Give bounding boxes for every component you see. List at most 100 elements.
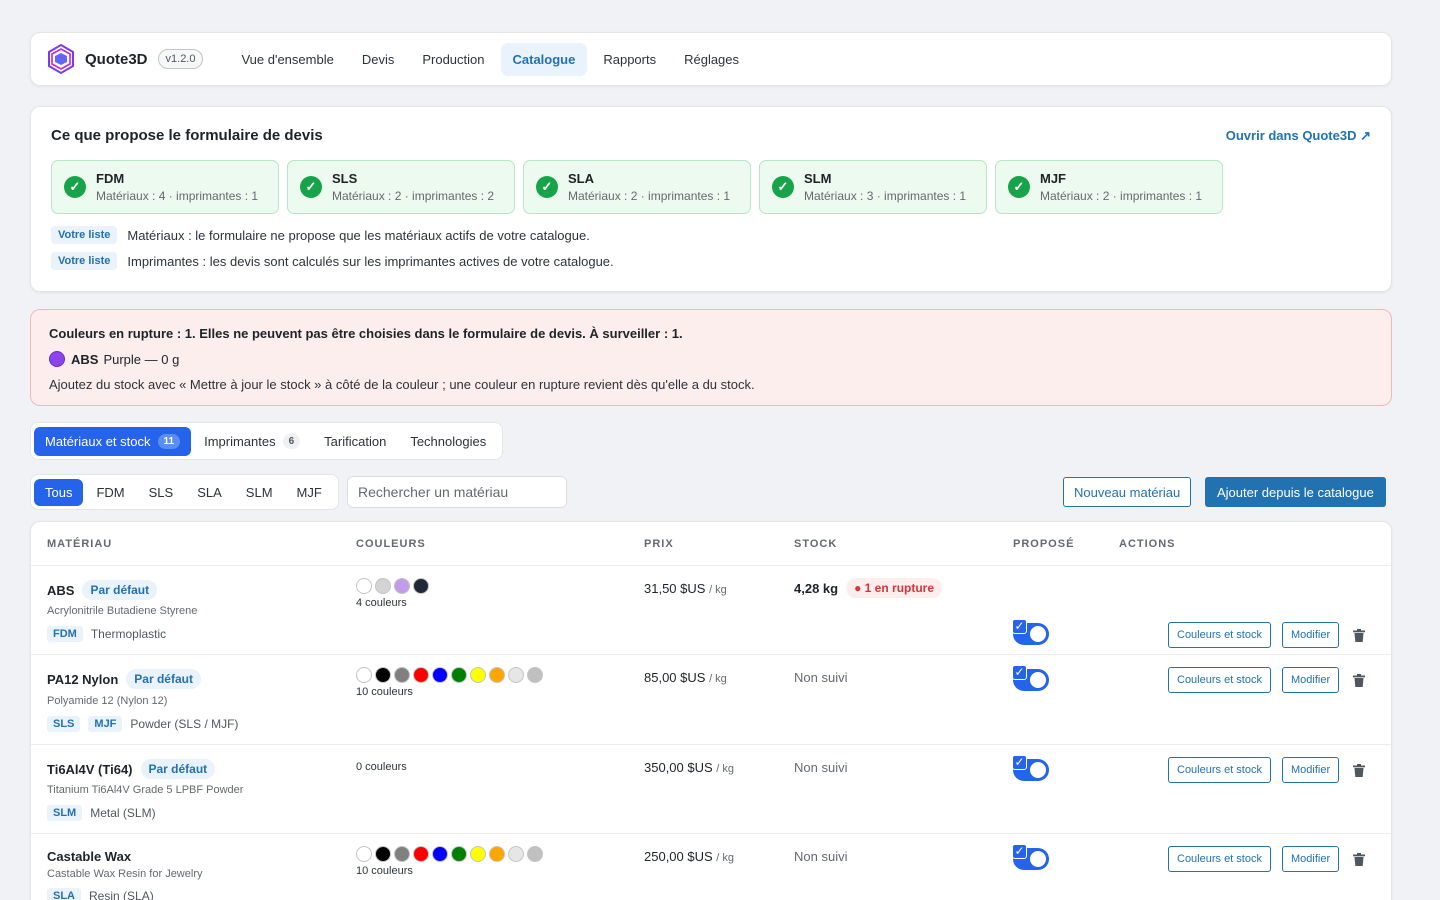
tech-tag: SLS bbox=[47, 716, 81, 732]
table-header: MATÉRIAU COULEURS PRIX STOCK PROPOSÉ ACT… bbox=[31, 522, 1391, 566]
nav-overview[interactable]: Vue d'ensemble bbox=[229, 43, 345, 76]
colors-stock-button[interactable]: Couleurs et stock bbox=[1168, 846, 1271, 872]
note-text: Imprimantes : les devis sont calculés su… bbox=[127, 253, 614, 269]
color-swatch bbox=[413, 667, 429, 683]
proposed-toggle[interactable]: ✓ bbox=[1012, 844, 1049, 870]
new-material-button[interactable]: Nouveau matériau bbox=[1063, 477, 1192, 507]
filter-slm[interactable]: SLM bbox=[235, 479, 284, 506]
tech-tag: SLM bbox=[47, 805, 83, 821]
stock-value: Non suivi bbox=[794, 849, 848, 864]
proposed-toggle[interactable]: ✓ bbox=[1012, 755, 1049, 781]
nav-settings[interactable]: Réglages bbox=[672, 43, 751, 76]
version-badge: v1.2.0 bbox=[157, 49, 204, 69]
open-in-quote3d-link[interactable]: Ouvrir dans Quote3D ↗ bbox=[1226, 128, 1371, 144]
catalogue-tabs: Matériaux et stock 11 Imprimantes 6 Tarifi… bbox=[30, 422, 504, 460]
note-text: Matériaux : le formulaire ne propose que… bbox=[127, 227, 590, 243]
tab-materials-stock[interactable]: Matériaux et stock 11 bbox=[34, 426, 192, 456]
out-of-stock-badge: ● 1 en rupture bbox=[846, 578, 943, 598]
color-swatch bbox=[470, 667, 486, 683]
color-swatch bbox=[413, 578, 429, 594]
color-swatches bbox=[356, 846, 543, 862]
color-swatch bbox=[356, 667, 372, 683]
material-description: Castable Wax Resin for Jewelry bbox=[47, 868, 203, 880]
trash-icon[interactable] bbox=[1353, 674, 1365, 687]
material-name: ABS bbox=[47, 582, 75, 598]
color-count: 10 couleurs bbox=[356, 686, 413, 698]
color-swatch bbox=[489, 846, 505, 862]
tech-card-sla: ✓ SLA Matériaux : 2 · imprimantes : 1 bbox=[523, 160, 751, 214]
table-row: ABS Par défaut Acrylonitrile Butadiene St… bbox=[31, 566, 1391, 655]
color-count: 10 couleurs bbox=[356, 865, 413, 877]
stock-value: Non suivi bbox=[794, 760, 848, 775]
material-category: Thermoplastic bbox=[90, 627, 167, 641]
check-icon: ✓ bbox=[772, 176, 794, 198]
app-name: Quote3D bbox=[85, 50, 148, 68]
col-material: MATÉRIAU bbox=[47, 538, 113, 550]
colors-stock-button[interactable]: Couleurs et stock bbox=[1168, 757, 1271, 783]
color-swatch bbox=[508, 667, 524, 683]
nav-catalogue[interactable]: Catalogue bbox=[500, 42, 588, 76]
proposed-toggle[interactable]: ✓ bbox=[1012, 619, 1049, 645]
proposed-toggle[interactable]: ✓ bbox=[1012, 665, 1049, 691]
material-description: Titanium Ti6Al4V Grade 5 LPBF Powder bbox=[47, 784, 244, 796]
summary-title: Ce que propose le formulaire de devis bbox=[51, 127, 323, 144]
material-name: Ti6Al4V (Ti64) bbox=[47, 761, 133, 777]
material-name: Castable Wax bbox=[47, 849, 132, 864]
edit-button[interactable]: Modifier bbox=[1282, 622, 1340, 648]
color-swatch bbox=[394, 846, 410, 862]
trash-icon[interactable] bbox=[1353, 853, 1365, 866]
filter-sls[interactable]: SLS bbox=[138, 479, 185, 506]
edit-button[interactable]: Modifier bbox=[1282, 757, 1340, 783]
col-actions: ACTIONS bbox=[1119, 538, 1176, 550]
check-icon: ✓ bbox=[1012, 619, 1027, 634]
trash-icon[interactable] bbox=[1353, 764, 1365, 777]
material-description: Acrylonitrile Butadiene Styrene bbox=[47, 605, 198, 617]
price-unit: / kg bbox=[709, 673, 727, 685]
technology-filter: Tous FDM SLS SLA SLM MJF bbox=[30, 474, 339, 510]
material-category: Resin (SLA) bbox=[89, 889, 154, 900]
price-value: 31,50 $US bbox=[644, 581, 706, 596]
add-from-catalog-button[interactable]: Ajouter depuis le catalogue bbox=[1205, 477, 1386, 507]
default-badge: Par défaut bbox=[82, 580, 158, 600]
color-swatch bbox=[489, 667, 505, 683]
filter-sla[interactable]: SLA bbox=[186, 479, 233, 506]
alert-detail: Purple — 0 g bbox=[103, 351, 180, 367]
edit-button[interactable]: Modifier bbox=[1282, 667, 1340, 693]
filter-all[interactable]: Tous bbox=[34, 478, 84, 506]
material-search-input[interactable] bbox=[347, 476, 567, 508]
alert-title: Couleurs en rupture : 1. Elles ne peuven… bbox=[49, 326, 683, 341]
tab-printers[interactable]: Imprimantes 6 bbox=[193, 427, 311, 456]
color-swatch bbox=[527, 846, 543, 862]
check-icon: ✓ bbox=[1012, 844, 1027, 859]
table-row: Ti6Al4V (Ti64) Par défaut Titanium Ti6Al4… bbox=[31, 745, 1391, 834]
nav-production[interactable]: Production bbox=[410, 43, 496, 76]
price-unit: / kg bbox=[716, 763, 735, 775]
default-badge: Par défaut bbox=[126, 669, 201, 689]
top-navigation: Quote3D v1.2.0 Vue d'ensemble Devis Prod… bbox=[30, 32, 1392, 86]
nav-reports[interactable]: Rapports bbox=[591, 43, 668, 76]
tech-card-sls: ✓ SLS Matériaux : 2 · imprimantes : 2 bbox=[287, 160, 515, 214]
color-count: 0 couleurs bbox=[356, 761, 407, 773]
note-tag: Votre liste bbox=[51, 226, 118, 244]
filter-mjf[interactable]: MJF bbox=[286, 479, 333, 506]
tab-pricing[interactable]: Tarification bbox=[313, 427, 397, 456]
tab-technologies[interactable]: Technologies bbox=[399, 427, 497, 456]
check-icon: ✓ bbox=[536, 176, 558, 198]
color-swatch bbox=[394, 667, 410, 683]
colors-stock-button[interactable]: Couleurs et stock bbox=[1168, 667, 1271, 693]
trash-icon[interactable] bbox=[1353, 629, 1365, 642]
price-unit: / kg bbox=[716, 852, 735, 864]
color-swatch bbox=[451, 846, 467, 862]
tech-meta: Matériaux : 4 · imprimantes : 1 bbox=[96, 189, 259, 203]
col-colors: COULEURS bbox=[356, 538, 426, 550]
nav-quotes[interactable]: Devis bbox=[350, 43, 407, 76]
tab-label: Imprimantes bbox=[204, 433, 276, 449]
col-price: PRIX bbox=[644, 538, 674, 550]
filter-fdm[interactable]: FDM bbox=[85, 479, 135, 506]
price-value: 350,00 $US bbox=[644, 760, 713, 775]
color-swatch bbox=[375, 667, 391, 683]
colors-stock-button[interactable]: Couleurs et stock bbox=[1168, 622, 1271, 648]
technology-list: ✓ FDM Matériaux : 4 · imprimantes : 1 ✓ S… bbox=[51, 160, 1371, 214]
edit-button[interactable]: Modifier bbox=[1282, 846, 1340, 872]
tech-name: SLM bbox=[804, 171, 832, 186]
